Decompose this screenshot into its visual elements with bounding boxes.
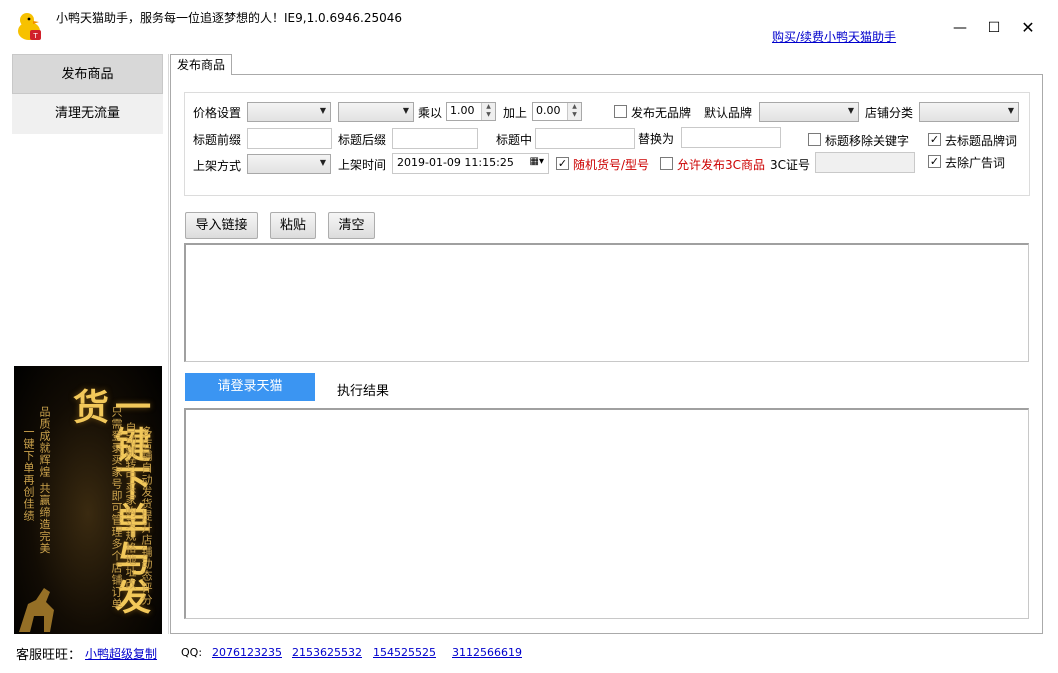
sidebar-item-clean-no-traffic[interactable]: 清理无流量 — [12, 94, 163, 134]
default-brand-label: 默认品牌 — [704, 106, 753, 120]
qq-link[interactable]: 3112566619 — [452, 646, 522, 659]
qq-link[interactable]: 154525525 — [373, 646, 436, 659]
qq-link[interactable]: 2153625532 — [292, 646, 362, 659]
title-prefix-input[interactable] — [247, 128, 332, 149]
stepper-arrows-icon[interactable]: ▲ ▼ — [567, 103, 581, 120]
paste-button[interactable]: 粘贴 — [270, 212, 316, 239]
sidebar: 发布商品 清理无流量 — [12, 54, 163, 134]
allow-3c-label: 允许发布3C商品 — [677, 158, 766, 172]
login-tmall-tab[interactable]: 请登录天猫 — [185, 373, 315, 401]
sidebar-divider — [168, 54, 169, 634]
remove-keyword-label: 标题移除关键字 — [825, 134, 910, 148]
add-label: 加上 — [503, 106, 528, 120]
remove-keyword-checkbox[interactable] — [808, 133, 821, 146]
listing-time-value: 2019-01-09 11:15:25 — [397, 156, 514, 169]
no-brand-label: 发布无品牌 — [631, 106, 692, 120]
price-settings-label: 价格设置 — [193, 106, 242, 120]
price-mode-select[interactable] — [338, 102, 414, 122]
multiply-stepper[interactable]: 1.00 ▲ ▼ — [446, 102, 496, 121]
listing-time-label: 上架时间 — [338, 158, 387, 172]
links-textarea[interactable] — [184, 243, 1029, 362]
title-bar — [0, 0, 1058, 52]
window-title: 小鸭天猫助手，服务每一位追逐梦想的人！IE9,1.0.6946.25046 — [56, 11, 402, 25]
execution-result-tab[interactable]: 执行结果 — [337, 380, 389, 399]
buy-renew-link[interactable]: 购买/续费小鸭天猫助手 — [772, 28, 896, 45]
remove-ad-word-checkbox[interactable]: ✓ — [928, 155, 941, 168]
title-suffix-label: 标题后缀 — [338, 133, 387, 147]
remove-ad-word-label: 去除广告词 — [945, 156, 1006, 170]
price-source-select[interactable] — [247, 102, 331, 122]
qq-label: QQ: — [181, 646, 203, 659]
results-area[interactable] — [184, 408, 1029, 619]
title-prefix-label: 标题前缀 — [193, 133, 242, 147]
minimize-button[interactable]: — — [950, 18, 970, 38]
no-brand-checkbox[interactable] — [614, 105, 627, 118]
sidebar-item-publish[interactable]: 发布商品 — [12, 54, 163, 94]
close-button[interactable]: ✕ — [1018, 18, 1038, 38]
title-suffix-input[interactable] — [392, 128, 478, 149]
qq-link[interactable]: 2076123235 — [212, 646, 282, 659]
replace-with-label: 替换为 — [638, 132, 675, 146]
add-value: 0.00 — [536, 104, 561, 117]
ad-text: 自动跳转中买家购买规格地址改 — [124, 422, 137, 590]
listing-time-picker[interactable]: 2019-01-09 11:15:25 ▦▾ — [392, 153, 549, 174]
multiply-label: 乘以 — [418, 106, 443, 120]
remove-brand-word-label: 去标题品牌词 — [945, 134, 1018, 148]
title-middle-input[interactable] — [535, 128, 635, 149]
random-model-label: 随机货号/型号 — [573, 158, 650, 172]
cert-3c-input[interactable] — [815, 152, 915, 173]
cert-3c-label: 3C证号 — [770, 158, 811, 172]
calendar-dropdown-icon[interactable]: ▦▾ — [530, 156, 544, 167]
customer-service-label: 客服旺旺： — [16, 648, 82, 663]
random-model-checkbox[interactable]: ✓ — [556, 157, 569, 170]
ad-banner[interactable]: 一键下单再创佳绩 品质成就辉煌 共赢缔造完美 一键下单与发货 只需登录买家号即可… — [14, 366, 162, 634]
ad-text: 品质成就辉煌 共赢缔造完美 — [38, 406, 51, 555]
allow-3c-checkbox[interactable] — [660, 157, 673, 170]
listing-mode-select[interactable] — [247, 154, 331, 174]
replace-with-input[interactable] — [681, 127, 781, 148]
svg-text:T: T — [32, 32, 38, 40]
remove-brand-word-checkbox[interactable]: ✓ — [928, 133, 941, 146]
stepper-arrows-icon[interactable]: ▲ ▼ — [481, 103, 495, 120]
shop-category-select[interactable] — [919, 102, 1019, 122]
ad-text: 一键下单再创佳绩 — [22, 426, 35, 522]
maximize-button[interactable]: ☐ — [984, 18, 1004, 38]
customer-service-link[interactable]: 小鸭超级复制 — [85, 645, 157, 662]
horse-silhouette-icon — [19, 588, 54, 632]
add-stepper[interactable]: 0.00 ▲ ▼ — [532, 102, 582, 121]
tab-publish-product[interactable]: 发布商品 — [170, 54, 232, 75]
duck-logo-icon: T — [14, 10, 44, 42]
import-links-button[interactable]: 导入链接 — [185, 212, 258, 239]
title-middle-label: 标题中 — [496, 133, 533, 147]
multiply-value: 1.00 — [450, 104, 475, 117]
shop-category-label: 店铺分类 — [865, 106, 914, 120]
listing-mode-label: 上架方式 — [193, 159, 242, 173]
clear-button[interactable]: 清空 — [328, 212, 375, 239]
default-brand-select[interactable] — [759, 102, 859, 122]
